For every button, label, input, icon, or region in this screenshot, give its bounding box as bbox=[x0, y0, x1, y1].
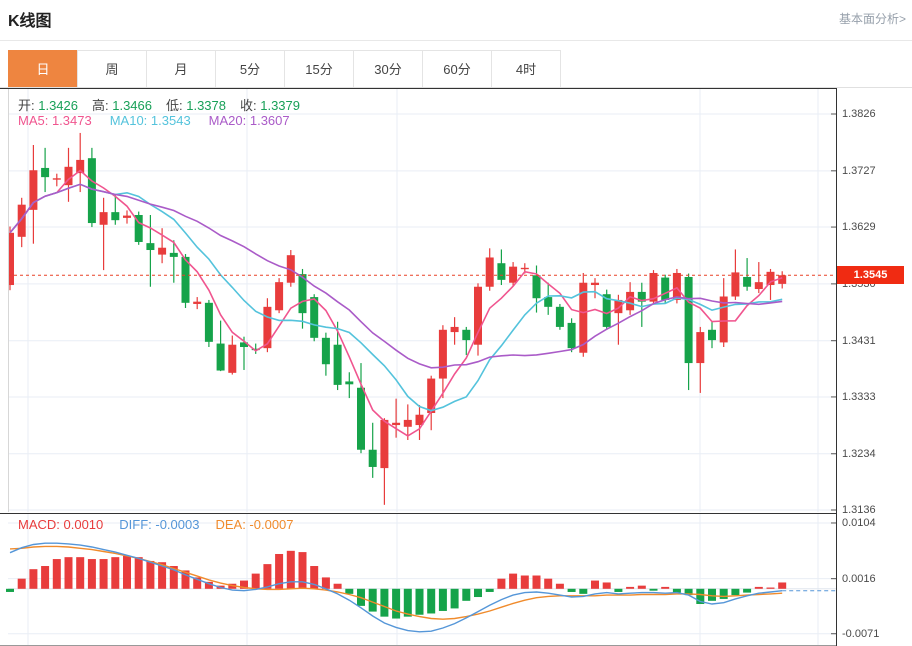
tab-period-3[interactable]: 5分 bbox=[215, 50, 285, 88]
kline-chart[interactable] bbox=[0, 88, 912, 513]
axis-tick-label: 1.3629 bbox=[842, 221, 876, 233]
current-price-tag: 1.3545 bbox=[837, 266, 904, 284]
ohlc-legend-item: 低: 1.3378 bbox=[166, 95, 226, 114]
ohlc-legend-item: 开: 1.3426 bbox=[18, 95, 78, 114]
axis-tick-label: 1.3333 bbox=[842, 391, 876, 403]
macd-histogram bbox=[6, 551, 786, 619]
ohlc-legend-item: 收: 1.3379 bbox=[240, 95, 300, 114]
axis-tick-label: -0.0071 bbox=[842, 628, 879, 640]
ma-legend: MA5: 1.3473 MA10: 1.3543 MA20: 1.3607 bbox=[18, 113, 290, 128]
tab-period-7[interactable]: 4时 bbox=[491, 50, 561, 88]
axis-tick-label: 1.3234 bbox=[842, 448, 876, 460]
ohlc-legend: 开: 1.3426 高: 1.3466 低: 1.3378 收: 1.3379 bbox=[18, 95, 300, 114]
macd-legend-item: DEA: -0.0007 bbox=[215, 517, 293, 532]
ma-legend-item: MA10: 1.3543 bbox=[110, 113, 191, 128]
tab-period-1[interactable]: 周 bbox=[77, 50, 147, 88]
candles-layer bbox=[6, 133, 786, 505]
ma-legend-item: MA20: 1.3607 bbox=[209, 113, 290, 128]
fundamental-analysis-link[interactable]: 基本面分析> bbox=[839, 10, 906, 27]
header-divider bbox=[0, 40, 912, 41]
kline-page: K线图 基本面分析> 日周月5分15分30分60分4时 开: 1.3426 高: … bbox=[0, 0, 912, 646]
axis-tick-label: 0.0016 bbox=[842, 573, 876, 585]
page-title: K线图 bbox=[8, 7, 52, 31]
tab-period-2[interactable]: 月 bbox=[146, 50, 216, 88]
macd-legend-item: DIFF: -0.0003 bbox=[119, 517, 199, 532]
ohlc-legend-item: 高: 1.3466 bbox=[92, 95, 152, 114]
tab-period-4[interactable]: 15分 bbox=[284, 50, 354, 88]
tab-period-6[interactable]: 60分 bbox=[422, 50, 492, 88]
macd-chart[interactable] bbox=[0, 513, 912, 646]
axis-tick-label: 1.3431 bbox=[842, 335, 876, 347]
tab-period-5[interactable]: 30分 bbox=[353, 50, 423, 88]
axis-tick-label: 0.0104 bbox=[842, 517, 876, 529]
chart-area bbox=[0, 88, 912, 646]
macd-legend-item: MACD: 0.0010 bbox=[18, 517, 103, 532]
axis-tick-label: 1.3826 bbox=[842, 108, 876, 120]
ma-legend-item: MA5: 1.3473 bbox=[18, 113, 92, 128]
macd-legend: MACD: 0.0010 DIFF: -0.0003 DEA: -0.0007 bbox=[18, 517, 294, 532]
axis-tick-label: 1.3727 bbox=[842, 165, 876, 177]
period-tabbar: 日周月5分15分30分60分4时 bbox=[8, 50, 561, 88]
axis-tick-label: 1.3136 bbox=[842, 504, 876, 516]
tab-period-0[interactable]: 日 bbox=[8, 50, 78, 88]
